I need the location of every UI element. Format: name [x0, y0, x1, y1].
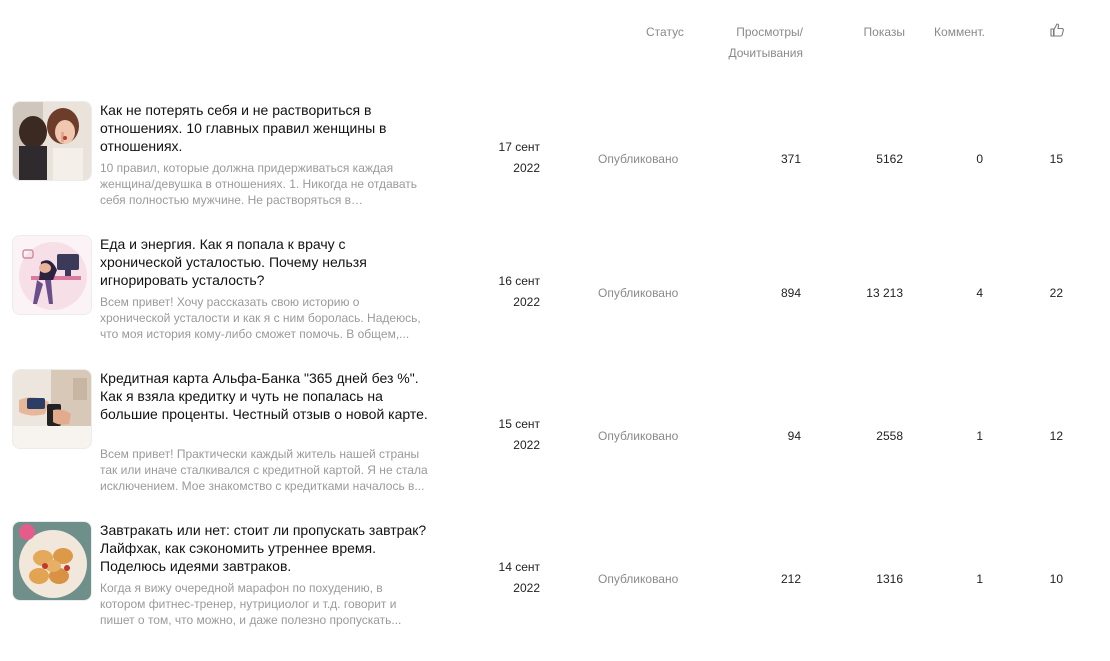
article-title[interactable]: Кредитная карта Альфа-Банка "365 дней бе…	[100, 369, 430, 423]
article-snippet: Всем привет! Хочу рассказать свою истори…	[100, 295, 421, 341]
article-status: Опубликовано	[598, 572, 679, 586]
article-status: Опубликовано	[598, 429, 679, 443]
article-likes: 10	[1049, 572, 1063, 586]
article-snippet: Когда я вижу очередной марафон по похуде…	[100, 581, 402, 627]
article-date-year: 2022	[513, 438, 540, 452]
article-date-day: 17 сент	[498, 140, 540, 154]
article-date-year: 2022	[513, 161, 540, 175]
column-header-views[interactable]: Просмотры/ Дочитывания	[700, 22, 804, 64]
thumbs-up-icon[interactable]	[1049, 22, 1065, 38]
article-thumbnail[interactable]	[12, 521, 92, 601]
column-header-shows[interactable]: Показы	[830, 22, 905, 43]
article-thumbnail[interactable]	[12, 235, 92, 315]
article-likes: 22	[1049, 286, 1063, 300]
column-header-status[interactable]: Статус	[646, 22, 684, 43]
article-comments: 0	[976, 152, 983, 166]
article-views: 94	[787, 429, 801, 443]
article-date-day: 15 сент	[498, 417, 540, 431]
article-status: Опубликовано	[598, 286, 679, 300]
article-comments: 1	[976, 572, 983, 586]
article-snippet: Всем привет! Практически каждый житель н…	[100, 447, 428, 493]
column-header-views-line1: Просмотры/	[736, 25, 803, 39]
table-row[interactable]: Еда и энергия. Как я попала к врачу с хр…	[0, 235, 1110, 365]
article-comments: 4	[976, 286, 983, 300]
article-views: 371	[780, 152, 801, 166]
article-title[interactable]: Завтракать или нет: стоит ли пропускать …	[100, 521, 430, 575]
article-date-year: 2022	[513, 581, 540, 595]
article-date: 16 сент 2022	[470, 271, 540, 313]
article-date-year: 2022	[513, 295, 540, 309]
article-date: 14 сент 2022	[470, 557, 540, 599]
article-likes: 12	[1049, 429, 1063, 443]
article-shows: 13 213	[866, 286, 903, 300]
article-views: 894	[780, 286, 801, 300]
column-header-comments[interactable]: Коммент.	[933, 22, 985, 43]
article-likes: 15	[1049, 152, 1063, 166]
article-date: 17 сент 2022	[470, 137, 540, 179]
article-shows: 1316	[876, 572, 903, 586]
article-shows: 2558	[876, 429, 903, 443]
article-shows: 5162	[876, 152, 903, 166]
column-header-views-line2: Дочитывания	[728, 46, 804, 60]
article-date-day: 14 сент	[498, 560, 540, 574]
article-comments: 1	[976, 429, 983, 443]
article-date-day: 16 сент	[498, 274, 540, 288]
table-row[interactable]: Кредитная карта Альфа-Банка "365 дней бе…	[0, 369, 1110, 499]
table-row[interactable]: Как не потерять себя и не раствориться в…	[0, 101, 1110, 231]
article-title[interactable]: Еда и энергия. Как я попала к врачу с хр…	[100, 235, 430, 289]
article-title[interactable]: Как не потерять себя и не раствориться в…	[100, 101, 430, 155]
article-views: 212	[780, 572, 801, 586]
article-thumbnail[interactable]	[12, 101, 92, 181]
table-row[interactable]: Завтракать или нет: стоит ли пропускать …	[0, 521, 1110, 651]
article-date: 15 сент 2022	[470, 414, 540, 456]
article-status: Опубликовано	[598, 152, 679, 166]
article-snippet: 10 правил, которые должна придерживаться…	[100, 161, 418, 207]
article-thumbnail[interactable]	[12, 369, 92, 449]
